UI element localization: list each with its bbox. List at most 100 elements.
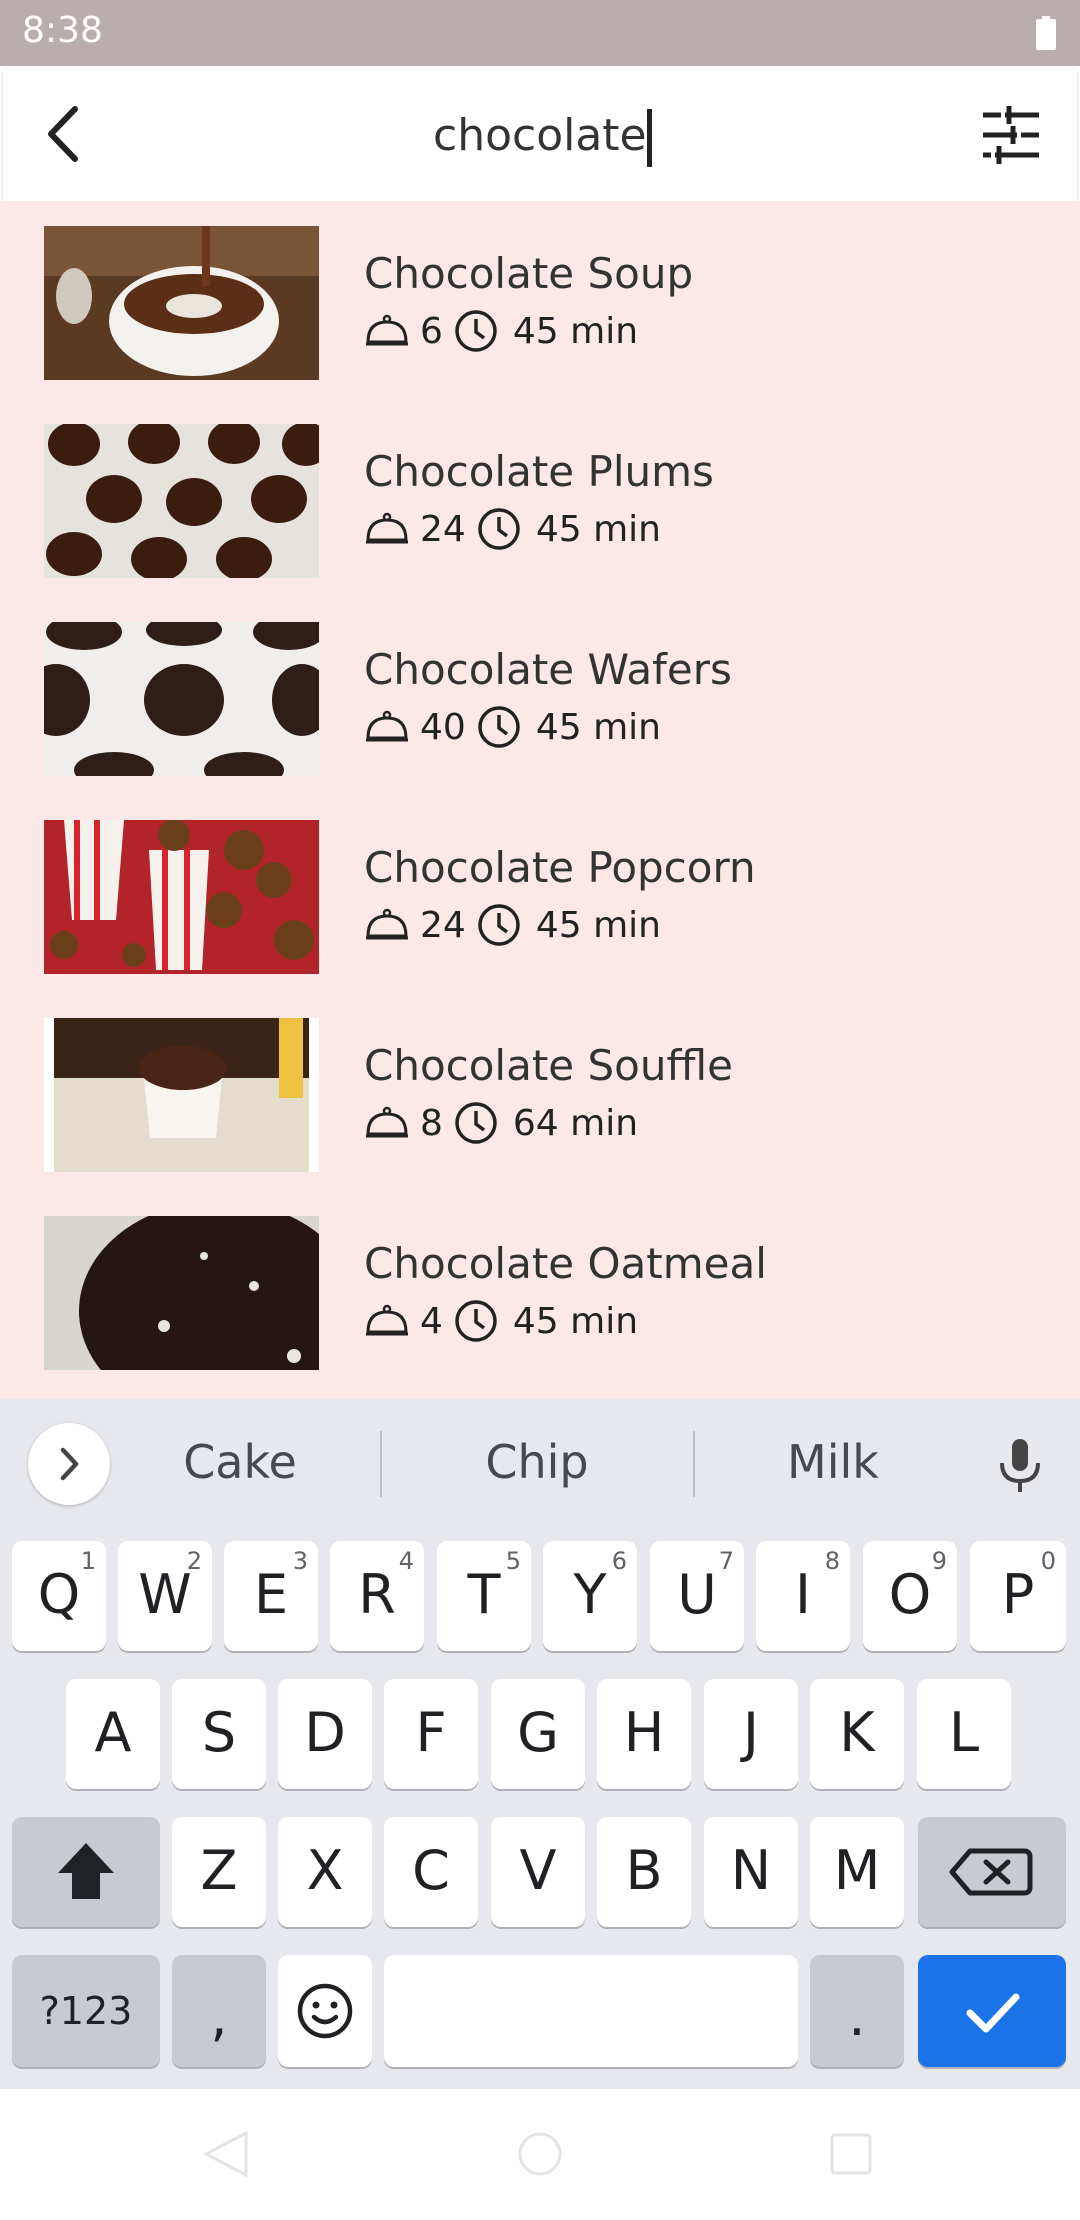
search-input[interactable]: chocolate: [433, 103, 647, 169]
recipe-thumbnail-image: [44, 820, 319, 974]
suggestion-divider: [380, 1431, 382, 1497]
shift-key[interactable]: [12, 1817, 160, 1927]
recipe-thumbnail-image: [44, 622, 319, 776]
key-s[interactable]: S: [172, 1679, 266, 1789]
key-z[interactable]: Z: [172, 1817, 266, 1927]
recipe-meta: 6 45 min: [364, 308, 638, 354]
recipe-title: Chocolate Souffle: [364, 1041, 733, 1090]
microphone-icon[interactable]: [990, 1435, 1050, 1495]
key-c[interactable]: C: [384, 1817, 478, 1927]
suggestion-strip: Cake Chip Milk: [0, 1399, 1080, 1529]
key-u[interactable]: U 7: [650, 1541, 744, 1651]
clock-icon: [478, 706, 520, 748]
cook-time: 64 min: [512, 1102, 639, 1144]
recipe-meta: 24 45 min: [364, 506, 661, 552]
recipe-row[interactable]: Chocolate Wafers 40 45 min: [0, 597, 1080, 795]
cloche-serving-icon: [366, 710, 408, 742]
key-k[interactable]: K: [810, 1679, 904, 1789]
servings-count: 6: [420, 310, 443, 352]
key-a[interactable]: A: [66, 1679, 160, 1789]
search-bar: chocolate: [3, 69, 1077, 201]
key-f[interactable]: F: [384, 1679, 478, 1789]
space-bar[interactable]: [384, 1955, 798, 2067]
recipe-row[interactable]: Chocolate Plums 24 45 min: [0, 399, 1080, 597]
suggestion-chip[interactable]: Cake: [110, 1435, 370, 1489]
key-m[interactable]: M: [810, 1817, 904, 1927]
clock-icon: [455, 1300, 497, 1342]
checkmark-icon: [966, 1993, 1020, 2033]
key-o[interactable]: O 9: [863, 1541, 957, 1651]
soft-keyboard: Cake Chip Milk Q 1 W 2 E 3 R 4 T 5 Y 6 U…: [0, 1399, 1080, 2089]
key-g[interactable]: G: [491, 1679, 585, 1789]
backspace-key[interactable]: [918, 1817, 1066, 1927]
recipe-title: Chocolate Popcorn: [364, 843, 756, 892]
key-r[interactable]: R 4: [330, 1541, 424, 1651]
cook-time: 45 min: [512, 310, 639, 352]
suggestion-chip[interactable]: Milk: [703, 1435, 963, 1489]
status-bar: 8:38: [0, 0, 1080, 66]
backspace-icon: [949, 1848, 1033, 1896]
suggestion-chip[interactable]: Chip: [407, 1435, 667, 1489]
recipe-thumbnail-image: [44, 1216, 319, 1370]
recipe-title: Chocolate Plums: [364, 447, 714, 496]
key-w[interactable]: W 2: [118, 1541, 212, 1651]
key-h[interactable]: H: [597, 1679, 691, 1789]
back-arrow-icon[interactable]: [33, 101, 99, 167]
servings-count: 40: [420, 706, 466, 748]
key-x[interactable]: X: [278, 1817, 372, 1927]
cook-time: 45 min: [512, 1300, 639, 1342]
text-cursor: [647, 109, 652, 167]
clock-icon: [455, 310, 497, 352]
key-t[interactable]: T 5: [437, 1541, 531, 1651]
servings-count: 24: [420, 904, 466, 946]
chevron-right-icon: [60, 1447, 79, 1481]
cook-time: 45 min: [535, 706, 661, 748]
key-n[interactable]: N: [704, 1817, 798, 1927]
cloche-serving-icon: [366, 314, 408, 346]
nav-recents-icon[interactable]: [826, 2129, 876, 2179]
comma-key[interactable]: ,: [172, 1955, 266, 2067]
suggestion-divider: [693, 1431, 695, 1497]
smiley-face-icon: [297, 1983, 353, 2039]
key-v[interactable]: V: [491, 1817, 585, 1927]
recipe-title: Chocolate Wafers: [364, 645, 732, 694]
servings-count: 24: [420, 508, 466, 550]
recipe-row[interactable]: Chocolate Popcorn 24 45 min: [0, 795, 1080, 993]
nav-home-icon[interactable]: [515, 2129, 565, 2179]
recipe-row[interactable]: Chocolate Souffle 8 64 min: [0, 993, 1080, 1191]
key-i[interactable]: I 8: [756, 1541, 850, 1651]
recipe-row[interactable]: Chocolate Soup 6 45 min: [0, 201, 1080, 399]
recipe-row[interactable]: Chocolate Oatmeal 4 45 min: [0, 1191, 1080, 1389]
status-time: 8:38: [22, 10, 103, 51]
filter-sliders-icon[interactable]: [979, 103, 1043, 167]
recipe-title: Chocolate Soup: [364, 249, 694, 298]
period-key[interactable]: .: [810, 1955, 904, 2067]
key-j[interactable]: J: [704, 1679, 798, 1789]
expand-suggestions-button[interactable]: [28, 1423, 110, 1505]
cook-time: 45 min: [535, 904, 661, 946]
recipe-meta: 4 45 min: [364, 1298, 638, 1344]
clock-icon: [478, 508, 520, 550]
system-navigation-bar: [0, 2089, 1080, 2220]
key-p[interactable]: P 0: [970, 1541, 1066, 1651]
nav-back-icon[interactable]: [200, 2129, 250, 2179]
key-y[interactable]: Y 6: [543, 1541, 637, 1651]
clock-icon: [455, 1102, 497, 1144]
key-l[interactable]: L: [917, 1679, 1011, 1789]
cook-time: 45 min: [535, 508, 661, 550]
symbols-key[interactable]: ?123: [12, 1955, 160, 2067]
battery-icon: [1036, 16, 1056, 50]
done-key[interactable]: [918, 1955, 1066, 2067]
key-e[interactable]: E 3: [224, 1541, 318, 1651]
cloche-serving-icon: [366, 1106, 408, 1138]
emoji-key[interactable]: [278, 1955, 372, 2067]
recipe-meta: 40 45 min: [364, 704, 661, 750]
servings-count: 4: [420, 1300, 443, 1342]
recipe-meta: 8 64 min: [364, 1100, 638, 1146]
key-q[interactable]: Q 1: [12, 1541, 106, 1651]
cloche-serving-icon: [366, 512, 408, 544]
recipe-thumbnail-image: [44, 1018, 319, 1172]
key-d[interactable]: D: [278, 1679, 372, 1789]
key-b[interactable]: B: [597, 1817, 691, 1927]
cloche-serving-icon: [366, 908, 408, 940]
